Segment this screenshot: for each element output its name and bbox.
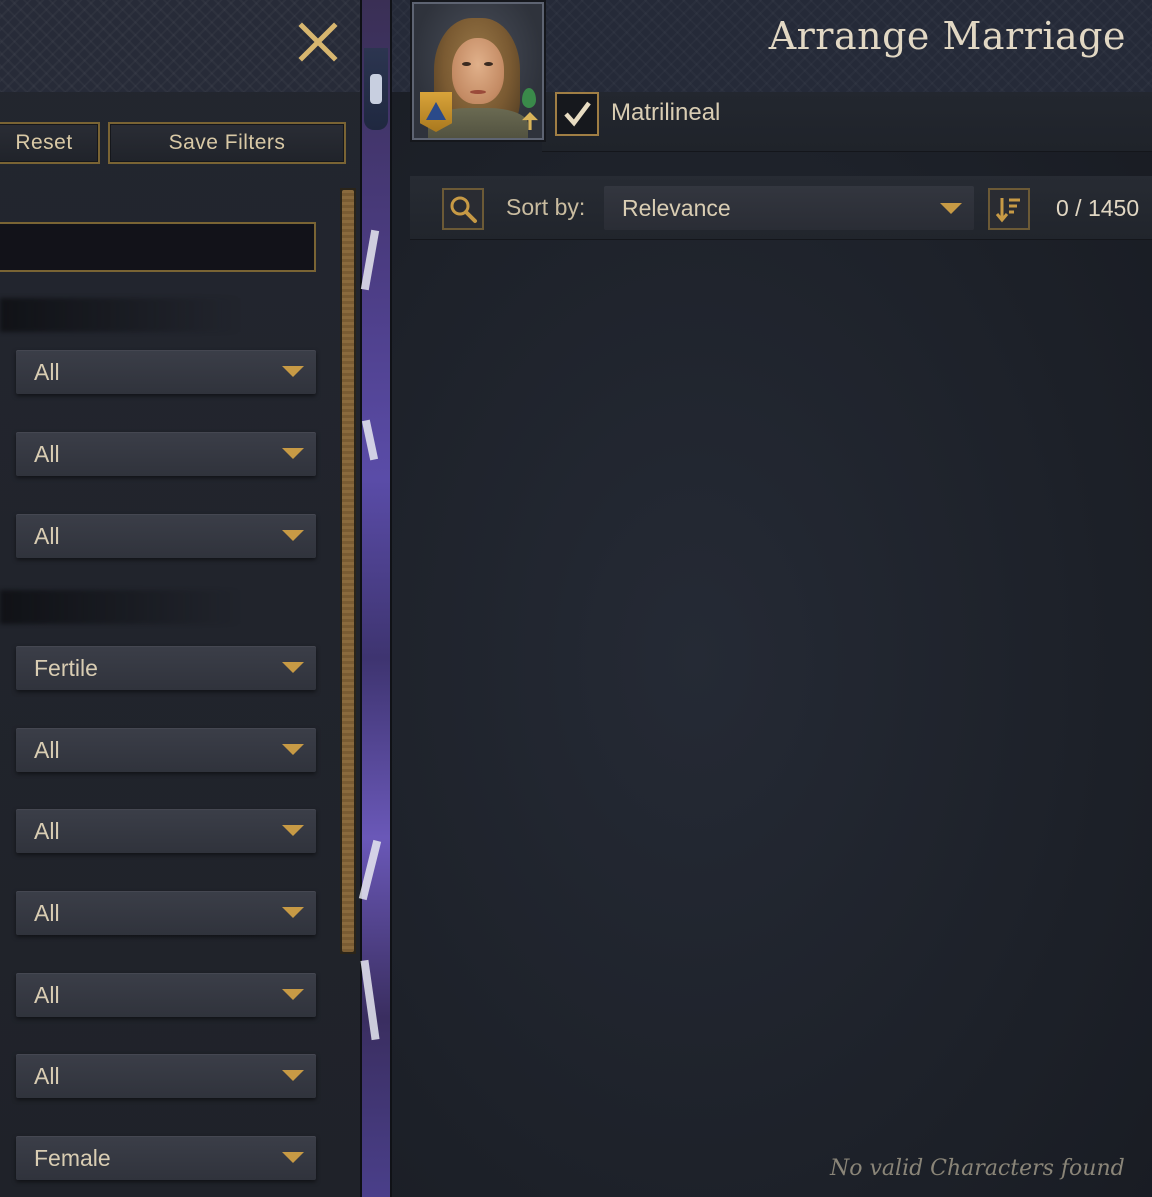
map-river [360, 959, 380, 1041]
name-search-input[interactable] [0, 222, 316, 272]
chevron-down-icon [282, 662, 304, 673]
matrilineal-checkbox[interactable] [555, 92, 599, 136]
reset-button-label: Reset [15, 131, 73, 154]
filter-dropdown-6[interactable]: All [16, 809, 316, 853]
chevron-down-icon [282, 989, 304, 1000]
sort-by-label: Sort by: [506, 194, 586, 220]
filter-dropdown-value: All [34, 1062, 60, 1089]
map-river [360, 229, 380, 291]
filter-dropdown-8[interactable]: All [16, 973, 316, 1017]
chevron-down-icon [282, 744, 304, 755]
filter-dropdown-7[interactable]: All [16, 891, 316, 935]
filter-dropdown-1[interactable]: All [16, 350, 316, 394]
page-title: Arrange Marriage [768, 14, 1126, 58]
sort-order-icon [995, 198, 1020, 223]
empty-results-message: No valid Characters found [830, 1156, 1125, 1181]
reset-button[interactable]: Reset [0, 122, 100, 164]
section-header-band [0, 298, 240, 332]
close-button[interactable] [296, 20, 340, 64]
search-icon [450, 196, 477, 223]
checkmark-icon [564, 101, 591, 127]
portrait-mouth [470, 90, 486, 94]
filter-scrollbar-thumb[interactable] [342, 190, 354, 952]
filter-dropdown-value: All [34, 817, 60, 844]
save-filters-button[interactable]: Save Filters [108, 122, 346, 164]
filter-dropdown-value: All [34, 899, 60, 926]
map-strip [358, 0, 390, 1197]
sort-by-dropdown[interactable]: Relevance [604, 186, 974, 230]
filter-dropdown-3[interactable]: All [16, 514, 316, 558]
map-river [361, 419, 379, 461]
sort-order-button[interactable] [988, 188, 1030, 230]
filter-dropdown-value: All [34, 522, 60, 549]
chevron-down-icon [282, 1070, 304, 1081]
section-header-band [0, 590, 240, 624]
gender-dropdown[interactable]: Female [16, 1136, 316, 1180]
search-button[interactable] [442, 188, 484, 230]
filter-dropdown-value: All [34, 736, 60, 763]
save-filters-label: Save Filters [168, 131, 286, 154]
matrilineal-label: Matrilineal [611, 99, 721, 126]
chevron-down-icon [940, 203, 962, 214]
chevron-down-icon [282, 825, 304, 836]
fertility-dropdown[interactable]: Fertile [16, 646, 316, 690]
close-icon [298, 22, 338, 62]
filter-dropdown-value: All [34, 440, 60, 467]
filter-dropdown-9[interactable]: All [16, 1054, 316, 1098]
chevron-down-icon [282, 530, 304, 541]
app-root: Reset Save Filters All All All Fertile A… [0, 0, 1152, 1197]
chevron-down-icon [282, 907, 304, 918]
filter-panel: Reset Save Filters All All All Fertile A… [0, 0, 362, 1197]
filter-dropdown-2[interactable]: All [16, 432, 316, 476]
filter-dropdown-value: All [34, 981, 60, 1008]
filter-dropdown-value: Fertile [34, 654, 98, 681]
filter-dropdown-5[interactable]: All [16, 728, 316, 772]
portrait-eye [484, 62, 493, 66]
map-banner-icon [364, 48, 388, 130]
filter-dropdown-value: All [34, 358, 60, 385]
map-river [358, 839, 382, 901]
chevron-down-icon [282, 366, 304, 377]
result-count: 0 / 1450 [1056, 195, 1140, 221]
filter-dropdown-value: Female [34, 1144, 111, 1171]
sort-by-value: Relevance [622, 194, 731, 221]
portrait-eye [462, 62, 471, 66]
chevron-down-icon [282, 1152, 304, 1163]
portrait-face [452, 38, 504, 104]
chevron-down-icon [282, 448, 304, 459]
dread-icon [522, 88, 536, 108]
